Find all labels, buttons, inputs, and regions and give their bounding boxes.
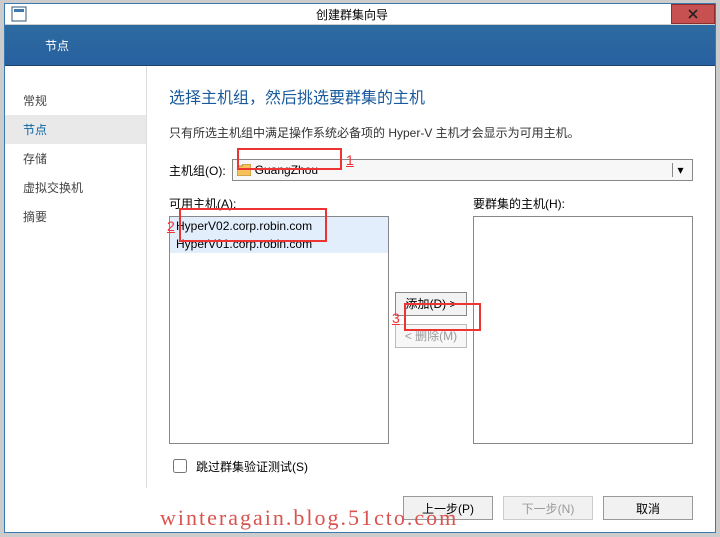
available-column: 可用主机(A): HyperV02.corp.robin.com HyperV0…: [169, 195, 389, 444]
title-bar: 创建群集向导: [5, 4, 715, 25]
cancel-button[interactable]: 取消: [603, 496, 693, 520]
wizard-footer: 上一步(P) 下一步(N) 取消: [5, 488, 715, 532]
next-button: 下一步(N): [503, 496, 593, 520]
cluster-label: 要群集的主机(H):: [473, 195, 693, 212]
skip-validation-label: 跳过群集验证测试(S): [196, 458, 308, 475]
step-sidebar: 常规 节点 存储 虚拟交换机 摘要: [5, 66, 147, 488]
available-hosts-list[interactable]: HyperV02.corp.robin.com HyperV01.corp.ro…: [169, 216, 389, 444]
main-panel: 选择主机组，然后挑选要群集的主机 只有所选主机组中满足操作系统必备项的 Hype…: [147, 66, 715, 488]
chevron-down-icon[interactable]: ▾: [672, 163, 688, 177]
page-description: 只有所选主机组中满足操作系统必备项的 Hyper-V 主机才会显示为可用主机。: [169, 124, 693, 141]
skip-validation-checkbox[interactable]: [173, 459, 187, 473]
folder-icon: [237, 164, 251, 176]
hostgroup-value: GuangZhou: [255, 163, 672, 177]
transfer-buttons: 添加(D) > < 删除(M): [389, 195, 473, 444]
sidebar-item-virtual-switch[interactable]: 虚拟交换机: [5, 173, 146, 202]
lists-row: 可用主机(A): HyperV02.corp.robin.com HyperV0…: [169, 195, 693, 444]
window-title: 创建群集向导: [33, 6, 671, 23]
hostgroup-label: 主机组(O):: [169, 162, 226, 179]
header-title: 节点: [45, 37, 69, 54]
close-button[interactable]: [671, 4, 715, 24]
sidebar-item-summary[interactable]: 摘要: [5, 202, 146, 231]
available-label: 可用主机(A):: [169, 195, 389, 212]
previous-button[interactable]: 上一步(P): [403, 496, 493, 520]
add-button[interactable]: 添加(D) >: [395, 292, 467, 316]
wizard-body: 常规 节点 存储 虚拟交换机 摘要 选择主机组，然后挑选要群集的主机 只有所选主…: [5, 66, 715, 488]
hostgroup-combo[interactable]: GuangZhou ▾: [232, 159, 693, 181]
remove-button: < 删除(M): [395, 324, 467, 348]
app-icon: [11, 6, 27, 22]
cluster-column: 要群集的主机(H):: [473, 195, 693, 444]
wizard-header: 节点: [5, 25, 715, 66]
cluster-hosts-list[interactable]: [473, 216, 693, 444]
sidebar-item-nodes[interactable]: 节点: [5, 115, 146, 144]
hostgroup-row: 主机组(O): GuangZhou ▾: [169, 159, 693, 181]
list-item[interactable]: HyperV02.corp.robin.com: [170, 217, 388, 235]
wizard-window: 创建群集向导 节点 常规 节点 存储 虚拟交换机 摘要 选择主机组，然后挑选要群…: [4, 3, 716, 533]
sidebar-item-storage[interactable]: 存储: [5, 144, 146, 173]
sidebar-item-general[interactable]: 常规: [5, 86, 146, 115]
list-item[interactable]: HyperV01.corp.robin.com: [170, 235, 388, 253]
close-icon: [688, 9, 698, 19]
page-title: 选择主机组，然后挑选要群集的主机: [169, 84, 693, 108]
skip-validation-row: 跳过群集验证测试(S): [169, 456, 693, 476]
